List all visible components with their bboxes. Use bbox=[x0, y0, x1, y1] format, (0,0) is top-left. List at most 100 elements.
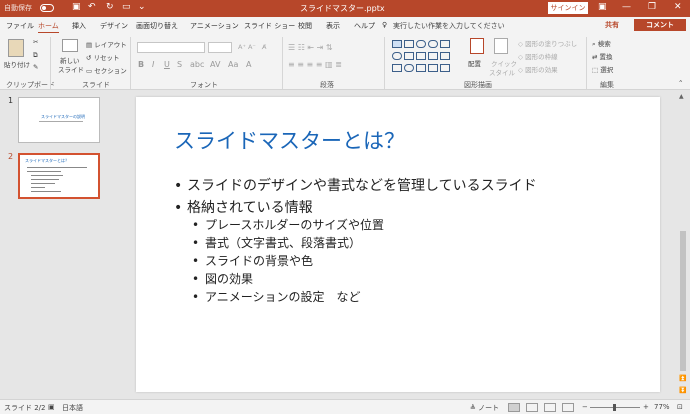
close-button[interactable]: ✕ bbox=[674, 2, 682, 12]
redo-icon[interactable]: ↻ bbox=[106, 2, 114, 12]
autosave-toggle[interactable] bbox=[40, 4, 54, 12]
scroll-up-icon[interactable]: ▲ bbox=[679, 93, 684, 100]
vertical-scrollbar[interactable]: ▲ ⏫ ⏬ bbox=[676, 91, 690, 399]
group-editing: 編集 bbox=[600, 81, 614, 89]
sub-bullet-item[interactable]: • 書式（文字書式、段落書式） bbox=[192, 234, 361, 251]
notes-button[interactable]: ≜ ノート bbox=[470, 403, 499, 413]
bullet-item[interactable]: • スライドのデザインや書式などを管理しているスライド bbox=[174, 175, 537, 195]
tab-home[interactable]: ホーム bbox=[38, 21, 59, 34]
find-button[interactable]: ⌕ 検索 bbox=[592, 38, 611, 49]
slide-number: 1 bbox=[8, 96, 14, 105]
shape-fill-button[interactable]: ◇ 図形の塗りつぶし bbox=[518, 38, 577, 48]
slide-sorter-button[interactable] bbox=[526, 403, 538, 412]
reset-button[interactable]: ↺ リセット bbox=[86, 52, 120, 62]
maximize-button[interactable]: ❐ bbox=[648, 2, 656, 12]
format-painter-icon[interactable]: ✎ bbox=[33, 63, 38, 71]
tab-insert[interactable]: 挿入 bbox=[72, 21, 86, 31]
reading-view-button[interactable] bbox=[544, 403, 556, 412]
status-bar: スライド 2/2 ▣ 日本語 ≜ ノート − + 77% ⊡ bbox=[0, 399, 690, 414]
zoom-in-icon[interactable]: + bbox=[643, 403, 649, 411]
zoom-out-icon[interactable]: − bbox=[582, 403, 588, 411]
tab-transitions[interactable]: 画面切り替え bbox=[136, 21, 178, 31]
font-color-icon[interactable]: A bbox=[246, 60, 251, 69]
paste-button[interactable]: 貼り付け bbox=[4, 59, 30, 69]
spacing-icon[interactable]: AV bbox=[210, 60, 220, 69]
sub-bullet-item[interactable]: • プレースホルダーのサイズや位置 bbox=[192, 216, 384, 233]
fit-to-window-icon[interactable]: ⊡ bbox=[677, 403, 683, 411]
shape-effects-button[interactable]: ◇ 図形の効果 bbox=[518, 64, 558, 74]
tab-help[interactable]: ヘルプ bbox=[354, 21, 375, 31]
save-icon[interactable]: ▣ bbox=[72, 2, 81, 12]
paste-icon[interactable] bbox=[8, 39, 24, 57]
group-clipboard: クリップボード bbox=[6, 81, 55, 89]
select-button[interactable]: ⬚ 選択 bbox=[592, 64, 613, 74]
undo-icon[interactable]: ↶ bbox=[88, 2, 96, 12]
align-icon[interactable]: ≡ ≡ ≡ ≡ ▥ ≣ bbox=[288, 60, 342, 69]
bullet-item[interactable]: • 格納されている情報 bbox=[174, 197, 313, 217]
replace-button[interactable]: ⇄ 置換 bbox=[592, 51, 613, 61]
ribbon-display-icon[interactable]: ▣ bbox=[598, 2, 607, 12]
spellcheck-icon[interactable]: ▣ bbox=[48, 403, 55, 411]
new-slide-label-2[interactable]: スライド bbox=[58, 64, 84, 74]
arrange-button[interactable]: 配置 bbox=[468, 58, 481, 68]
slide-thumbnail-2[interactable]: スライドマスターとは？ bbox=[18, 153, 100, 199]
group-paragraph: 段落 bbox=[320, 81, 334, 89]
slideshow-view-button[interactable] bbox=[562, 403, 574, 412]
underline-icon[interactable]: U bbox=[164, 60, 170, 69]
shapes-gallery[interactable] bbox=[390, 37, 460, 77]
section-button[interactable]: ▭ セクション bbox=[86, 65, 127, 75]
minimize-button[interactable]: — bbox=[622, 2, 631, 12]
arrange-icon[interactable] bbox=[470, 38, 484, 54]
customize-qat-icon[interactable]: ⌄ bbox=[138, 2, 146, 12]
divider bbox=[50, 37, 51, 89]
grow-font-icon[interactable]: A⁺ A⁻ bbox=[238, 43, 256, 51]
comment-button[interactable]: コメント bbox=[634, 19, 686, 31]
tab-view[interactable]: 表示 bbox=[326, 21, 340, 31]
scrollbar-thumb[interactable] bbox=[680, 231, 686, 371]
bold-icon[interactable]: B bbox=[138, 60, 144, 69]
strikethrough-icon[interactable]: abc bbox=[190, 60, 204, 69]
new-slide-icon[interactable] bbox=[62, 39, 78, 52]
slide-canvas[interactable]: スライドマスターとは？ • スライドのデザインや書式などを管理しているスライド •… bbox=[136, 97, 660, 392]
font-name-select[interactable] bbox=[137, 42, 205, 53]
slideshow-icon[interactable]: ▭ bbox=[122, 2, 131, 12]
share-button[interactable]: 共有 bbox=[605, 20, 619, 30]
tell-me-search[interactable]: 実行したい作業を入力してください bbox=[393, 21, 505, 31]
case-icon[interactable]: Aa bbox=[228, 60, 238, 69]
layout-button[interactable]: ▤ レイアウト bbox=[86, 39, 127, 49]
cut-icon[interactable]: ✂ bbox=[33, 38, 38, 46]
sub-bullet-item[interactable]: • アニメーションの設定 など bbox=[192, 288, 361, 305]
quick-styles-label-2[interactable]: スタイル bbox=[489, 67, 515, 77]
thumbnail-line bbox=[27, 167, 87, 168]
signin-button[interactable]: サインイン bbox=[548, 2, 588, 14]
tab-review[interactable]: 校閲 bbox=[298, 21, 312, 31]
bullets-icon[interactable]: ☰ ☷ ⇤ ⇥ ⇅ bbox=[288, 43, 333, 52]
copy-icon[interactable]: ⧉ bbox=[33, 51, 38, 60]
tab-animations[interactable]: アニメーション bbox=[190, 21, 239, 31]
zoom-slider-handle[interactable] bbox=[613, 404, 616, 411]
thumbnail-pane: 1 スライドマスターの説明 2 スライドマスターとは？ bbox=[0, 91, 110, 399]
sub-bullet-item[interactable]: • スライドの背景や色 bbox=[192, 252, 313, 269]
shape-outline-button[interactable]: ◇ 図形の枠線 bbox=[518, 51, 558, 61]
tab-design[interactable]: デザイン bbox=[100, 21, 128, 31]
zoom-level[interactable]: 77% bbox=[654, 403, 670, 411]
thumbnail-line bbox=[39, 121, 83, 122]
sub-bullet-item[interactable]: • 図の効果 bbox=[192, 270, 253, 287]
group-slides: スライド bbox=[82, 81, 110, 89]
slide-thumbnail-1[interactable]: スライドマスターの説明 bbox=[18, 97, 100, 143]
document-title: スライドマスター.pptx bbox=[300, 4, 385, 13]
normal-view-button[interactable] bbox=[508, 403, 520, 412]
slide-title[interactable]: スライドマスターとは？ bbox=[174, 125, 405, 155]
quick-styles-icon[interactable] bbox=[494, 38, 508, 54]
prev-slide-icon[interactable]: ⏫ bbox=[679, 375, 686, 382]
tab-slideshow[interactable]: スライド ショー bbox=[244, 21, 295, 31]
language-status[interactable]: 日本語 bbox=[62, 403, 83, 413]
clear-format-icon[interactable]: A̸ bbox=[262, 43, 266, 51]
italic-icon[interactable]: I bbox=[152, 60, 154, 69]
font-size-select[interactable] bbox=[208, 42, 232, 53]
ribbon: 貼り付け ✂ ⧉ ✎ クリップボード 新しい スライド ▤ レイアウト ↺ リセ… bbox=[0, 33, 690, 90]
collapse-ribbon-icon[interactable]: ⌃ bbox=[678, 79, 683, 87]
tab-file[interactable]: ファイル bbox=[6, 21, 34, 31]
shadow-icon[interactable]: S bbox=[177, 60, 182, 69]
next-slide-icon[interactable]: ⏬ bbox=[679, 387, 686, 394]
